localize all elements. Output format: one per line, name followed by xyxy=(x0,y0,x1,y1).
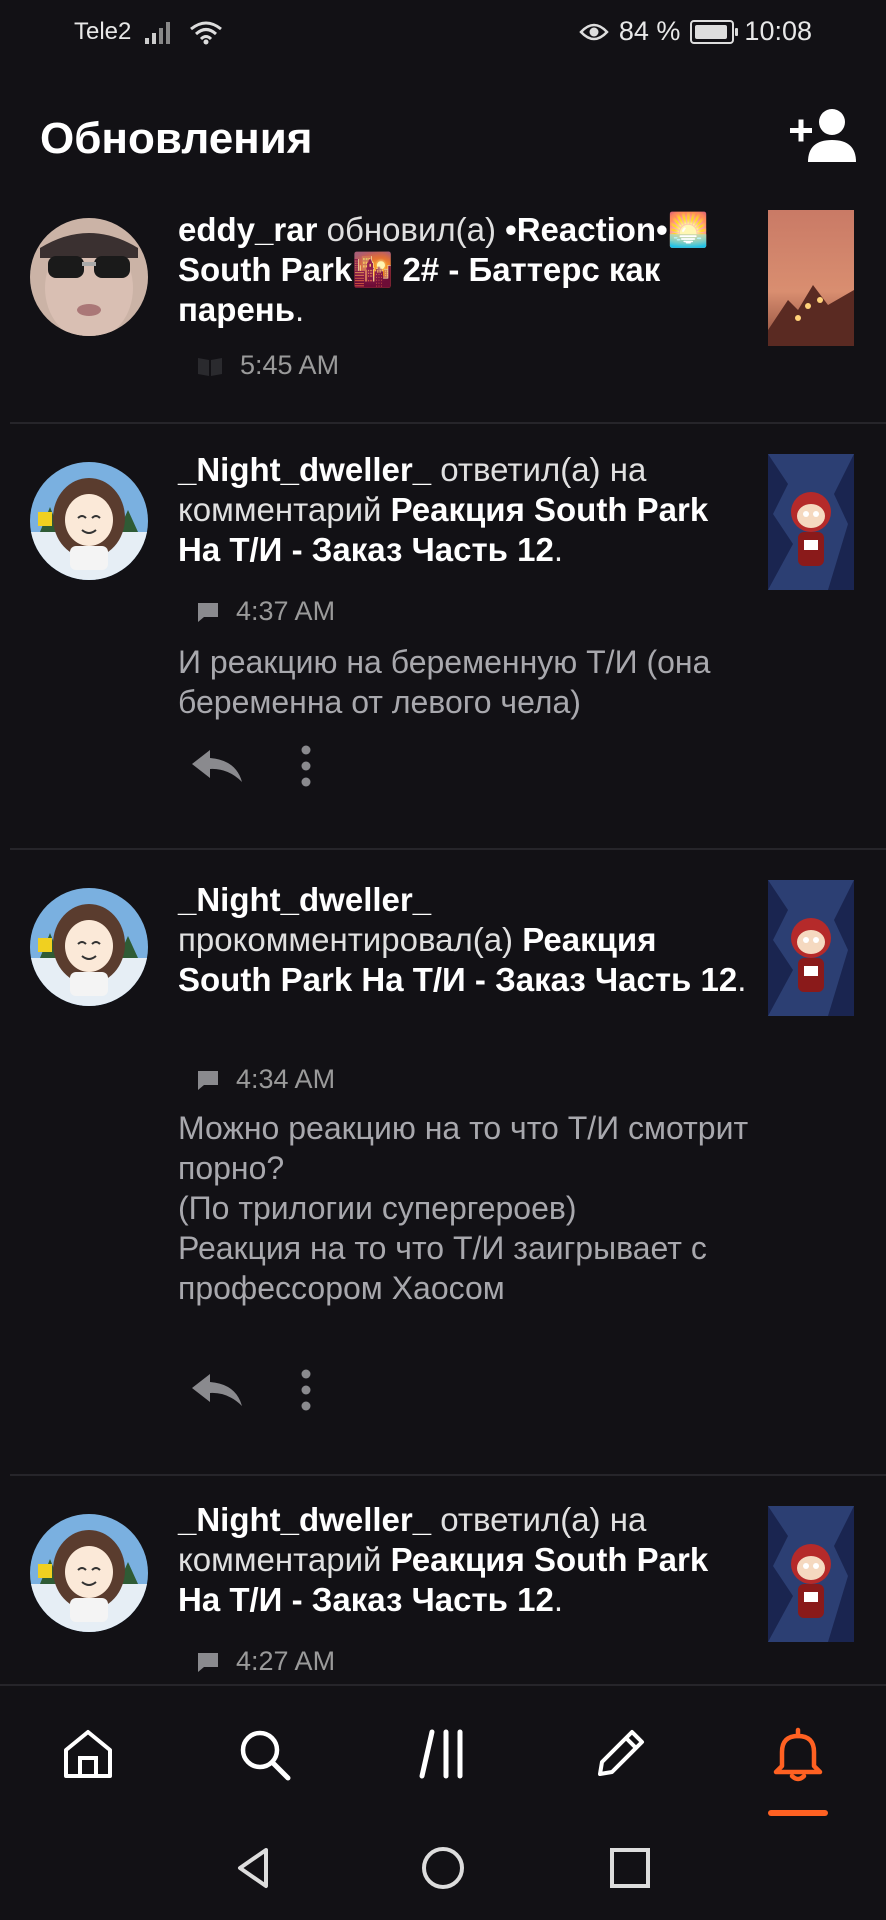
battery-percent: 84 % xyxy=(618,16,681,46)
recents-icon[interactable] xyxy=(606,1844,654,1892)
write-icon xyxy=(598,1730,644,1776)
action-verb: обновил(а) xyxy=(326,211,496,248)
status-bar: Tele2 84 % 10:08 xyxy=(0,0,886,66)
item-actions xyxy=(188,1368,312,1412)
item-headline: _Night_dweller_ ответил(а) на комментари… xyxy=(178,450,750,570)
timestamp: 4:27 AM xyxy=(236,1646,336,1676)
carrier-label: Tele2 xyxy=(74,18,132,45)
feed-item[interactable]: _Night_dweller_ ответил(а) на комментари… xyxy=(10,424,886,850)
feed-item[interactable]: _Night_dweller_ прокомментировал(а) Реак… xyxy=(10,850,886,1476)
nav-search[interactable] xyxy=(234,1724,294,1784)
cover-image xyxy=(768,1506,854,1642)
punctuation: . xyxy=(553,531,563,568)
reply-icon[interactable] xyxy=(188,1372,244,1408)
story-cover[interactable] xyxy=(768,1506,854,1642)
cover-image xyxy=(768,880,854,1016)
username[interactable]: _Night_dweller_ xyxy=(178,1501,431,1538)
battery-icon xyxy=(690,19,739,44)
item-actions xyxy=(188,744,312,788)
cover-image xyxy=(768,454,854,590)
app-bar: Обновления xyxy=(0,96,886,180)
punctuation: . xyxy=(737,961,747,998)
comment-icon xyxy=(198,602,218,622)
wifi-icon xyxy=(190,21,223,45)
home-circle-icon[interactable] xyxy=(419,1844,467,1892)
search-icon xyxy=(240,1730,291,1781)
feed-item[interactable]: _Night_dweller_ ответил(а) на комментари… xyxy=(10,1476,886,1684)
nav-home[interactable] xyxy=(58,1724,118,1784)
avatar[interactable] xyxy=(30,888,148,1006)
username[interactable]: _Night_dweller_ xyxy=(178,881,431,918)
status-left: Tele2 xyxy=(74,18,223,46)
item-headline: eddy_rar обновил(а) •Reaction•🌅South Par… xyxy=(178,210,750,330)
more-options-icon[interactable] xyxy=(300,1368,312,1412)
comment-text: И реакцию на беременную Т/И (она беремен… xyxy=(178,644,711,720)
story-cover[interactable] xyxy=(768,880,854,1016)
item-headline: _Night_dweller_ прокомментировал(а) Реак… xyxy=(178,880,750,1000)
library-icon xyxy=(419,1729,463,1779)
avatar[interactable] xyxy=(30,218,148,336)
timestamp: 5:45 AM xyxy=(240,350,340,380)
punctuation: . xyxy=(295,291,305,328)
notifications-icon xyxy=(773,1727,823,1782)
item-meta: 4:34 AM xyxy=(196,1064,335,1095)
eye-icon xyxy=(579,23,609,40)
clock: 10:08 xyxy=(744,16,812,46)
username[interactable]: eddy_rar xyxy=(178,211,317,248)
nav-library[interactable] xyxy=(414,1724,474,1784)
page-title: Обновления xyxy=(40,114,313,163)
username[interactable]: _Night_dweller_ xyxy=(178,451,431,488)
timestamp: 4:34 AM xyxy=(236,1064,336,1094)
story-cover[interactable] xyxy=(768,454,854,590)
cover-image xyxy=(768,210,854,346)
status-right: 84 % 10:08 xyxy=(579,16,812,47)
avatar-image xyxy=(30,462,148,580)
action-verb: прокомментировал(а) xyxy=(178,921,514,958)
home-icon xyxy=(64,1730,112,1778)
item-headline: _Night_dweller_ ответил(а) на комментари… xyxy=(178,1500,750,1620)
story-cover[interactable] xyxy=(768,210,854,346)
bottom-nav xyxy=(0,1684,886,1816)
nav-notifications[interactable] xyxy=(768,1724,828,1784)
updates-feed: eddy_rar обновил(а) •Reaction•🌅South Par… xyxy=(0,200,886,1684)
avatar-image xyxy=(30,1514,148,1632)
avatar-image xyxy=(30,218,148,336)
avatar[interactable] xyxy=(30,462,148,580)
avatar-image xyxy=(30,888,148,1006)
item-meta: 5:45 AM xyxy=(196,350,339,381)
avatar[interactable] xyxy=(30,1514,148,1632)
feed-item[interactable]: eddy_rar обновил(а) •Reaction•🌅South Par… xyxy=(10,200,886,424)
book-icon xyxy=(198,357,222,376)
comment-icon xyxy=(198,1652,218,1672)
signal-icon xyxy=(145,22,171,44)
person-add-icon[interactable] xyxy=(786,104,858,166)
timestamp: 4:37 AM xyxy=(236,596,336,626)
system-nav-bar xyxy=(0,1814,886,1920)
comment-icon xyxy=(198,1070,218,1090)
item-meta: 4:27 AM xyxy=(196,1646,335,1677)
more-options-icon[interactable] xyxy=(300,744,312,788)
item-meta: 4:37 AM xyxy=(196,596,335,627)
nav-write[interactable] xyxy=(590,1724,650,1784)
comment-text: Можно реакцию на то что Т/И смотрит порн… xyxy=(178,1110,749,1306)
reply-icon[interactable] xyxy=(188,748,244,784)
back-icon[interactable] xyxy=(230,1844,278,1892)
punctuation: . xyxy=(553,1581,563,1618)
